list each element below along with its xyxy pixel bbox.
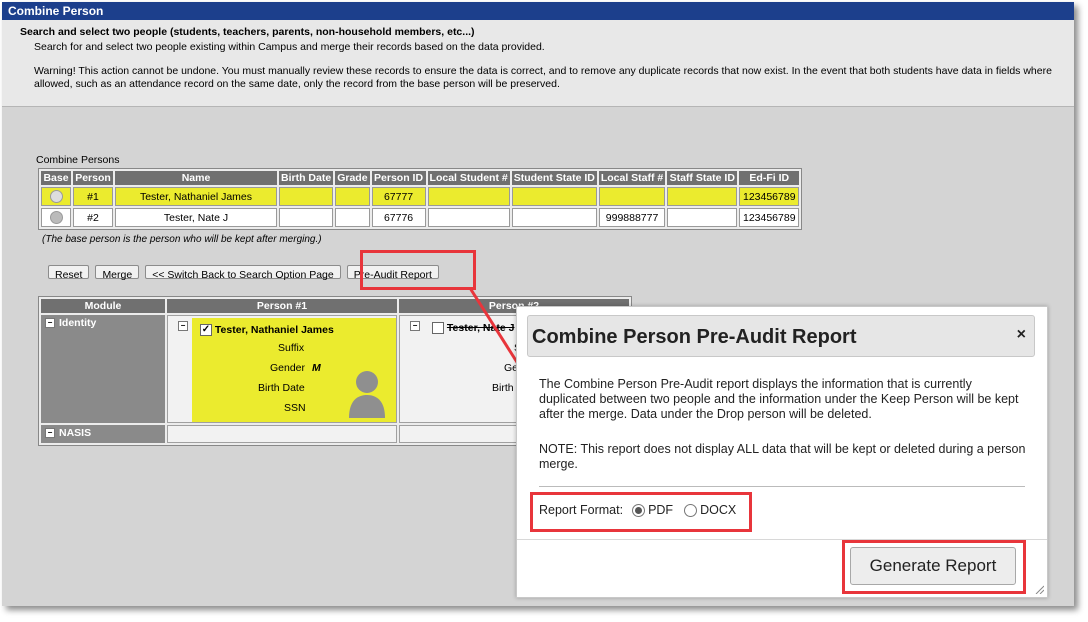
column-header: Module (41, 299, 165, 313)
table-header-row: Base Person Name Birth Date Grade Person… (41, 171, 800, 185)
base-radio[interactable] (49, 211, 63, 224)
person1-nasis-cell (167, 425, 397, 443)
report-format-highlight (530, 492, 752, 532)
grade-cell (335, 187, 370, 206)
reset-button[interactable]: Reset (48, 265, 90, 281)
student-state-id-cell (511, 187, 597, 206)
module-nasis[interactable]: − NASIS (41, 425, 165, 443)
column-header: Name (115, 171, 277, 185)
person2-header: Tester, Nate J (432, 322, 515, 335)
column-header: Person #1 (167, 299, 397, 313)
gender-value: M (312, 362, 321, 374)
column-header: Grade (335, 171, 370, 185)
column-header: Person ID (371, 171, 426, 185)
column-header: Ed-Fi ID (739, 171, 800, 185)
person-cell: #2 (73, 208, 113, 227)
pre-audit-highlight (360, 250, 476, 290)
column-header: Base (41, 171, 71, 185)
edfi-id-cell: 123456789 (739, 208, 800, 227)
edfi-id-cell: 123456789 (739, 187, 800, 206)
combine-persons-table: Base Person Name Birth Date Grade Person… (38, 168, 803, 230)
column-header: Local Student # (427, 171, 510, 185)
collapse-icon[interactable]: − (178, 321, 188, 331)
instructions-heading: Search and select two people (students, … (20, 26, 475, 38)
divider (539, 486, 1025, 487)
instructions-panel: Search and select two people (students, … (2, 20, 1074, 107)
ssn-label: SSN (284, 402, 306, 414)
local-student-cell (427, 187, 510, 206)
person1-header: ✓ Tester, Nathaniel James (200, 324, 334, 337)
person-id-cell: 67776 (371, 208, 426, 227)
dialog-description: The Combine Person Pre-Audit report disp… (539, 377, 1019, 421)
local-staff-cell: 999888777 (598, 208, 666, 227)
person2-name: Tester, Nate J (446, 322, 515, 334)
person1-card: ✓ Tester, Nathaniel James Suffix Gender … (192, 318, 396, 422)
column-header: Person (73, 171, 113, 185)
name-cell: Tester, Nathaniel James (115, 187, 277, 206)
column-header: Staff State ID (667, 171, 738, 185)
staff-state-id-cell (667, 187, 738, 206)
resize-grip-icon[interactable] (1034, 584, 1044, 594)
collapse-icon[interactable]: − (410, 321, 420, 331)
student-state-id-cell (511, 208, 597, 227)
table-row[interactable]: #2 Tester, Nate J 67776 999888777 123456… (41, 208, 800, 227)
collapse-icon[interactable]: − (45, 318, 55, 329)
birth-date-label: Birth (492, 382, 514, 394)
column-header: Local Staff # (598, 171, 666, 185)
collapse-icon[interactable]: − (45, 428, 55, 439)
instructions-subtext: Search for and select two people existin… (34, 41, 545, 53)
switch-back-button[interactable]: << Switch Back to Search Option Page (145, 265, 341, 281)
base-radio-cell[interactable] (41, 187, 71, 206)
birth-date-cell (279, 187, 334, 206)
module-label: NASIS (59, 427, 92, 439)
name-cell: Tester, Nate J (115, 208, 277, 227)
column-header: Student State ID (511, 171, 597, 185)
table-row[interactable]: #1 Tester, Nathaniel James 67777 1234567… (41, 187, 800, 206)
person-id-cell: 67777 (371, 187, 426, 206)
dialog-header: Combine Person Pre-Audit Report × (527, 315, 1035, 357)
grade-cell (335, 208, 370, 227)
avatar-icon (349, 371, 385, 418)
birth-date-cell (279, 208, 334, 227)
combine-persons-label: Combine Persons (36, 154, 120, 166)
window-title: Combine Person (2, 2, 1074, 20)
suffix-label: Suffix (278, 342, 305, 354)
person1-name: Tester, Nathaniel James (214, 324, 334, 336)
column-header: Birth Date (279, 171, 334, 185)
birth-date-label: Birth Date (258, 382, 305, 394)
person1-identity-cell: − ✓ Tester, Nathaniel James Suffix Gende… (167, 315, 397, 423)
warning-text-line2: allowed, such as an attendance record on… (34, 78, 560, 90)
local-student-cell (427, 208, 510, 227)
staff-state-id-cell (667, 208, 738, 227)
dialog-note: NOTE: This report does not display ALL d… (539, 442, 1026, 471)
local-staff-cell (598, 187, 666, 206)
close-icon[interactable]: × (1017, 326, 1026, 344)
person2-checkbox[interactable] (432, 322, 444, 335)
generate-report-highlight (842, 540, 1026, 594)
module-label: Identity (59, 317, 97, 329)
warning-text-line1: Warning! This action cannot be undone. Y… (34, 65, 1052, 77)
base-radio-cell[interactable] (41, 208, 71, 227)
gender-label: Gender (270, 362, 306, 374)
merge-button[interactable]: Merge (95, 265, 140, 281)
dialog-title: Combine Person Pre-Audit Report (532, 326, 857, 348)
person-cell: #1 (73, 187, 113, 206)
base-radio[interactable] (49, 190, 63, 203)
module-identity[interactable]: − Identity (41, 315, 165, 423)
person1-checkbox[interactable]: ✓ (200, 324, 212, 337)
base-person-note: (The base person is the person who will … (42, 234, 322, 245)
